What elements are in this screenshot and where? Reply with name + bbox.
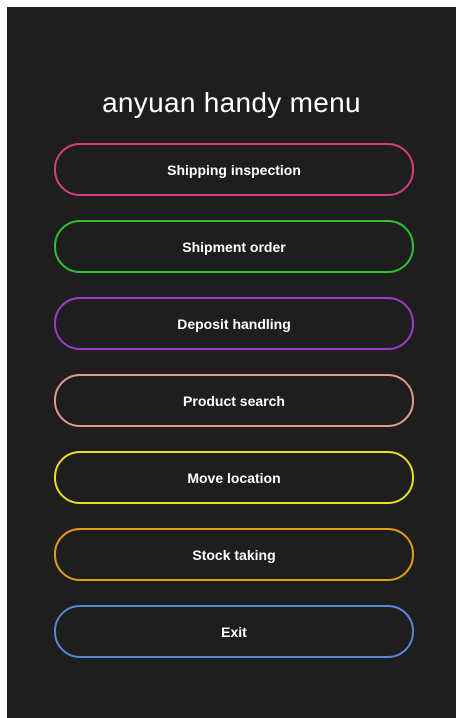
page-title: anyuan handy menu (102, 87, 361, 118)
deposit-handling-button[interactable]: Deposit handling (54, 297, 414, 350)
product-search-button[interactable]: Product search (54, 374, 414, 427)
exit-button[interactable]: Exit (54, 605, 414, 658)
main-menu: Shipping inspection Shipment order Depos… (54, 143, 414, 682)
shipping-inspection-button[interactable]: Shipping inspection (54, 143, 414, 196)
app-screen: anyuan handy menu Shipping inspection Sh… (7, 7, 456, 718)
stock-taking-button[interactable]: Stock taking (54, 528, 414, 581)
move-location-button[interactable]: Move location (54, 451, 414, 504)
shipment-order-button[interactable]: Shipment order (54, 220, 414, 273)
